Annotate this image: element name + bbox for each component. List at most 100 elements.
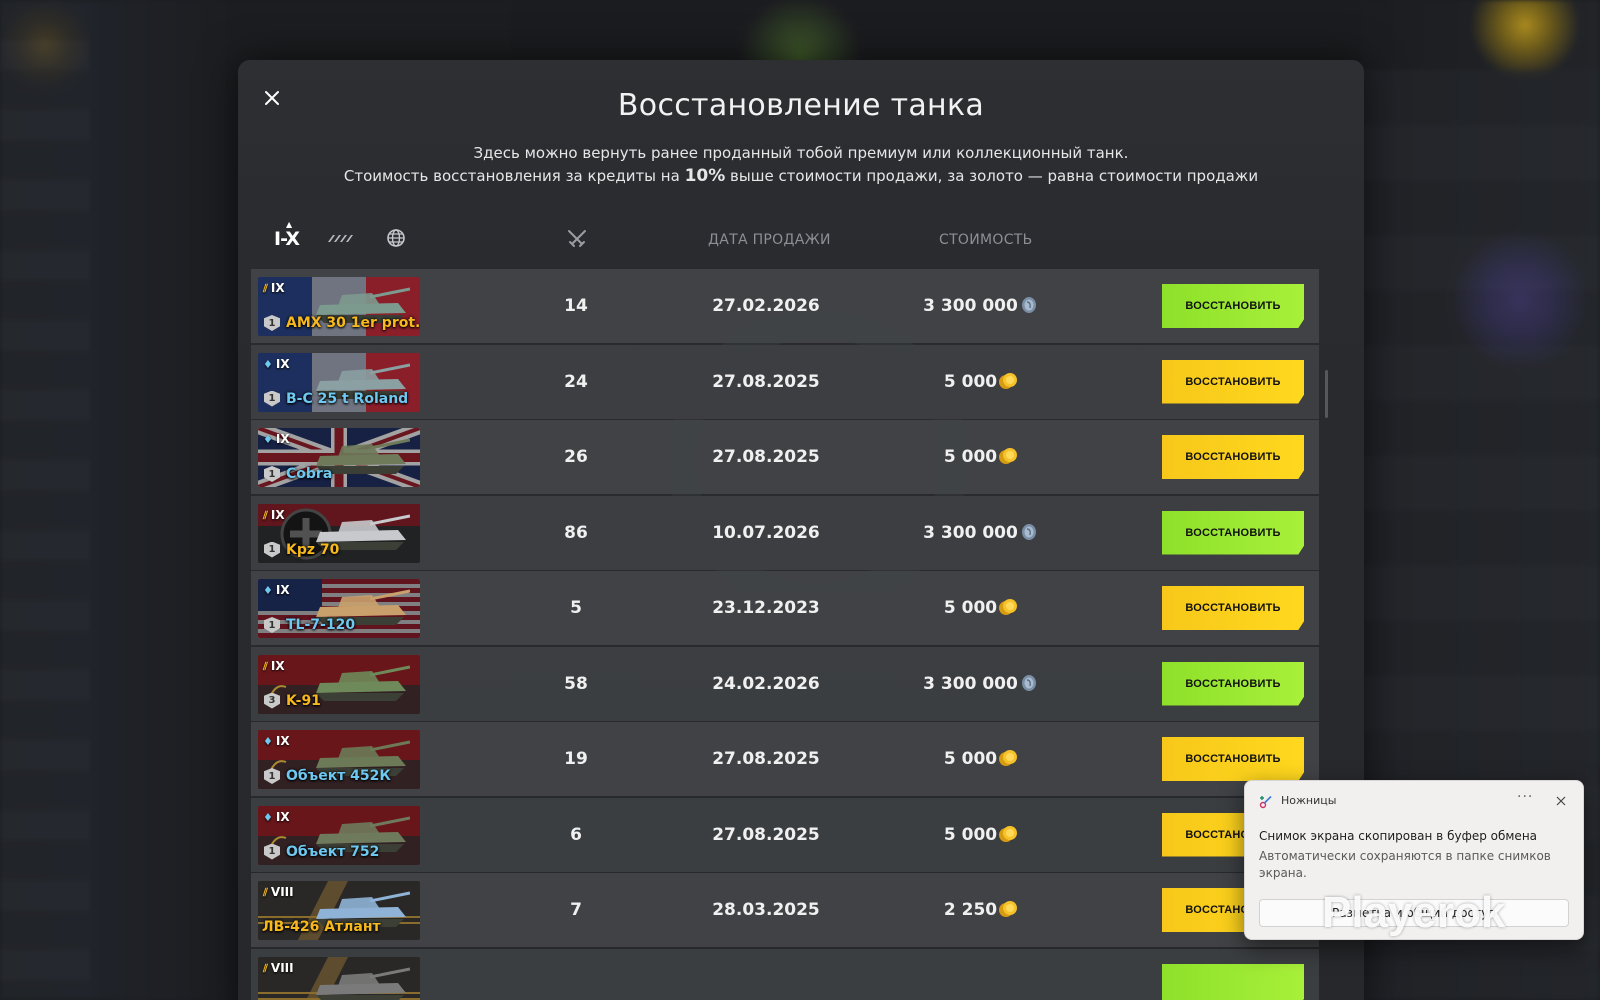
tier-filter-label: I-X [274, 228, 300, 250]
close-icon [1556, 796, 1566, 806]
tank-row[interactable]: ♦ IX 1 Cobra 26 27.08.2025 5 000 ВОССТАНОВИТЬ [251, 420, 1319, 494]
tank-row[interactable]: ⫽ VIII [251, 948, 1319, 1000]
tank-tier-label: VIII [270, 960, 294, 975]
tank-tier: ♦ IX [263, 583, 290, 597]
restore-button[interactable] [1162, 963, 1304, 1000]
battles-count: 58 [564, 673, 588, 694]
cost-value: 3 300 000 [923, 296, 1018, 316]
tank-name: Cobra [286, 466, 333, 482]
sale-date: 28.03.2025 [712, 900, 820, 920]
tank-tier-label: IX [270, 281, 285, 295]
subtitle-line-2-pre: Стоимость восстановления за кредиты на [343, 167, 685, 185]
more-options-icon[interactable]: ··· [1517, 789, 1533, 805]
notification-close-button[interactable] [1551, 791, 1571, 811]
crossed-swords-icon [568, 230, 586, 247]
premium-type-icon: ⫽ [263, 961, 268, 975]
tank-row[interactable]: ♦ IX 1 Объект 752 6 27.08.2025 5 000 ВОССТАНОВИ… [251, 797, 1319, 872]
gold-icon [999, 372, 1018, 389]
battles-count: 7 [570, 900, 582, 920]
tank-tier-label: IX [275, 432, 290, 446]
tank-tier: ⫽ IX [263, 508, 285, 523]
sort-caret-icon: ▲ [286, 220, 292, 229]
tank-name: TL-7-120 [286, 617, 356, 633]
tank-row[interactable]: ⫽ IX 3 K-91 58 24.02.2026 3 300 000 ВОССТАНОВИТ… [251, 646, 1319, 721]
tank-thumbnail[interactable]: ⫽ VIII ЛВ-426 Атлант [258, 881, 420, 940]
tank-row[interactable]: ⫽ VIII ЛВ-426 Атлант 7 28.03.2025 2 250 ВОССТА… [251, 873, 1319, 947]
subtitle-line-2: Стоимость восстановления за кредиты на 1… [238, 165, 1364, 188]
tank-tier: ⫽ IX [263, 281, 285, 296]
tank-tier-label: IX [275, 356, 290, 371]
tank-row[interactable]: ⫽ IX 1 Kpz 70 86 10.07.2026 3 300 000 ВОССТАНОВ… [251, 495, 1319, 570]
collector-type-icon: ♦ [263, 584, 273, 597]
tank-tier-label: VIII [270, 885, 294, 899]
tier-sort-filter[interactable]: ▲ I-X [274, 220, 300, 250]
tank-tier-label: IX [275, 734, 290, 748]
sale-date: 27.08.2025 [712, 749, 820, 769]
restore-button[interactable]: ВОССТАНОВИТЬ [1162, 737, 1304, 781]
battles-count: 5 [570, 598, 582, 618]
restore-cost: 3 300 000 [871, 647, 1091, 721]
tank-tier-label: IX [275, 583, 290, 597]
vehicle-class-icon [328, 235, 353, 242]
vehicle-class-filter[interactable] [326, 230, 356, 252]
sale-date: 23.12.2023 [712, 598, 820, 618]
sale-date: 27.08.2025 [712, 447, 820, 467]
subtitle-line-2-post: выше стоимости продажи, за золото — равн… [725, 167, 1259, 185]
sale-date: 27.08.2025 [712, 371, 820, 392]
gold-icon [999, 599, 1018, 615]
cost-value: 5 000 [943, 824, 998, 845]
restore-cost: 5 000 [871, 420, 1091, 494]
sale-date-column-header[interactable]: ДАТА ПРОДАЖИ [708, 232, 831, 248]
tank-thumbnail[interactable]: ⫽ IX 3 K-91 [258, 654, 420, 714]
tank-thumbnail[interactable]: ♦ IX 1 Cobra [258, 428, 420, 487]
restore-button[interactable]: ВОССТАНОВИТЬ [1162, 359, 1304, 404]
tank-row[interactable]: ⫽ IX 1 AMX 30 1er prot. 14 27.02.2026 3 300 00… [251, 269, 1319, 343]
tank-thumbnail[interactable]: ⫽ VIII [258, 956, 420, 1000]
restore-cost: 5 000 [871, 722, 1091, 796]
notification-body: Автоматически сохраняются в папке снимко… [1259, 849, 1551, 880]
battles-column-header[interactable] [566, 228, 588, 254]
collector-type-icon: ♦ [263, 357, 273, 371]
premium-type-icon: ⫽ [263, 659, 268, 673]
tank-thumbnail[interactable]: ♦ IX 1 B-C 25 t Roland [258, 352, 420, 412]
battles-count: 14 [564, 296, 588, 316]
restore-cost: 5 000 [871, 571, 1091, 645]
tank-restore-modal: Восстановление танка Здесь можно вернуть… [238, 60, 1364, 1000]
tank-row[interactable]: ♦ IX 1 B-C 25 t Roland 24 27.08.2025 5 000 ВОСС… [251, 344, 1319, 419]
restore-button[interactable]: ВОССТАНОВИТЬ [1162, 510, 1304, 555]
subtitle-line-1: Здесь можно вернуть ранее проданный тобо… [473, 144, 1129, 162]
notification-app-name: Ножницы [1281, 794, 1337, 807]
cost-value: 5 000 [943, 598, 998, 618]
tank-thumbnail[interactable]: ⫽ IX 1 AMX 30 1er prot. [258, 277, 420, 336]
snipping-tool-icon [1259, 795, 1272, 809]
tank-name: Объект 452К [286, 768, 391, 784]
background-sidebar [0, 0, 90, 1000]
cost-value: 3 300 000 [923, 522, 1018, 543]
sale-date: 27.02.2026 [712, 296, 820, 316]
tank-thumbnail[interactable]: ♦ IX 1 TL-7-120 [258, 579, 420, 638]
restore-button[interactable]: ВОССТАНОВИТЬ [1162, 435, 1304, 479]
collector-type-icon: ♦ [263, 735, 273, 748]
tank-thumbnail[interactable]: ⫽ IX 1 Kpz 70 [258, 503, 420, 563]
tank-thumbnail[interactable]: ♦ IX 1 Объект 752 [258, 805, 420, 865]
credits-icon [1021, 523, 1036, 540]
restore-button[interactable]: ВОССТАНОВИТЬ [1162, 284, 1304, 328]
tank-tier: ♦ IX [263, 810, 290, 824]
cost-column-header[interactable]: СТОИМОСТЬ [939, 232, 1033, 248]
tank-name: Kpz 70 [286, 541, 340, 558]
restore-cost: 3 300 000 [871, 496, 1091, 570]
tank-name: B-C 25 t Roland [286, 390, 409, 407]
scrollbar-thumb[interactable] [1325, 370, 1328, 418]
tank-tier-label: IX [270, 658, 285, 673]
table-header: ▲ I-X ДАТА ПРОДАЖИ СТОИМОСТЬ [256, 220, 1346, 264]
sale-date: 27.08.2025 [712, 824, 820, 845]
nation-filter[interactable] [386, 228, 406, 252]
tank-tier-label: IX [270, 507, 285, 522]
tank-thumbnail[interactable]: ♦ IX 1 Объект 452К [258, 730, 420, 789]
gold-icon [999, 448, 1018, 464]
tank-row[interactable]: ♦ IX 1 TL-7-120 5 23.12.2023 5 000 ВОССТАНОВИТЬ [251, 571, 1319, 645]
tank-name: Объект 752 [286, 843, 380, 860]
tank-row[interactable]: ♦ IX 1 Объект 452К 19 27.08.2025 5 000 ВОССТАНО… [251, 722, 1319, 796]
restore-button[interactable]: ВОССТАНОВИТЬ [1162, 661, 1304, 706]
restore-button[interactable]: ВОССТАНОВИТЬ [1162, 586, 1304, 630]
